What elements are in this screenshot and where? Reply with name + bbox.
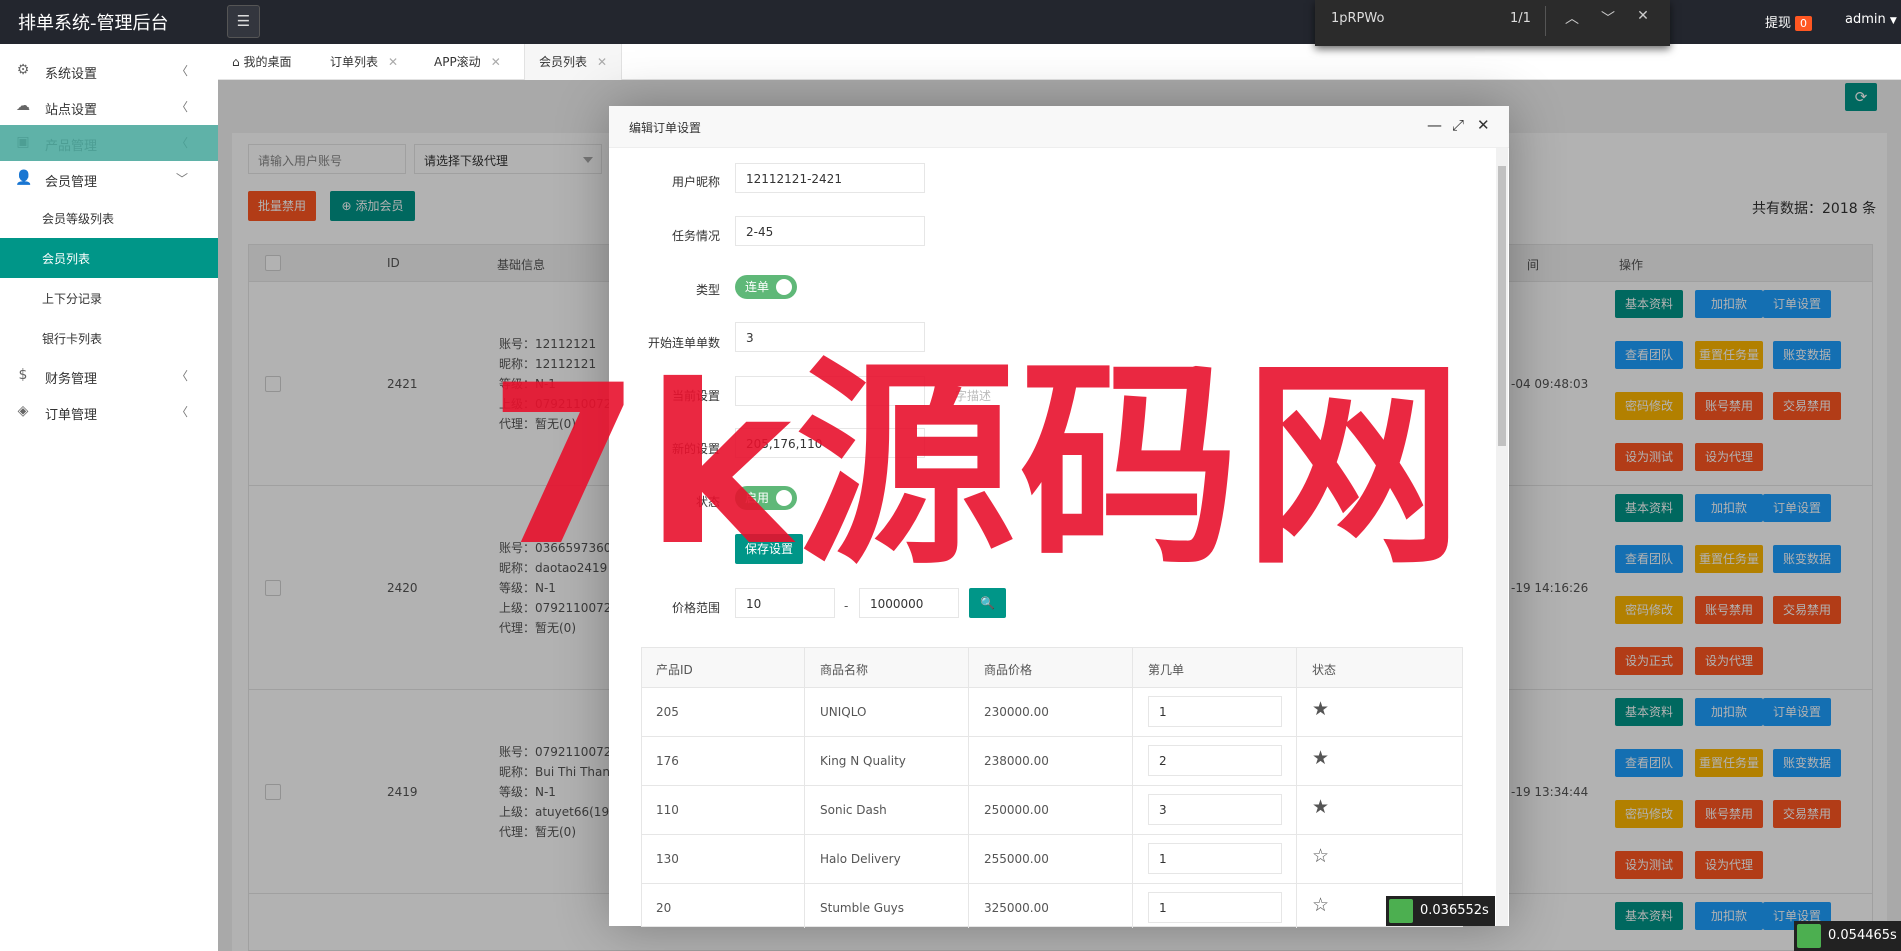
find-bar: 1pRPWo 1/1 ︿ ﹀ ✕ [1315, 0, 1670, 46]
sidebar-item-system[interactable]: ⚙ 系统设置 〈 [0, 53, 218, 89]
sidebar-item-site[interactable]: ☁ 站点设置 〈 [0, 89, 218, 125]
dollar-icon: $ [18, 367, 28, 383]
sidebar-item-orders[interactable]: ◈ 订单管理 〈 [0, 394, 218, 430]
modal-header: 编辑订单设置 — ⤢ ✕ [609, 106, 1509, 148]
task-label: 任务情况 [671, 229, 720, 243]
hamburger-icon: ☰ [236, 12, 251, 30]
product-row: 205 UNIQLO 230000.00 1 ★ [642, 688, 1462, 737]
sidebar-item-members[interactable]: 👤 会员管理 ﹀ [0, 161, 218, 197]
close-icon[interactable]: ✕ [388, 55, 398, 69]
close-icon[interactable]: ✕ [597, 55, 607, 69]
modal-title: 编辑订单设置 [629, 121, 702, 135]
find-input[interactable]: 1pRPWo [1331, 11, 1384, 26]
chevron-left-icon: 〈 [176, 405, 189, 419]
gear-icon: ⚙ [16, 62, 30, 78]
order-number-input[interactable]: 3 [1148, 794, 1282, 825]
home-icon: ⌂ [232, 55, 240, 69]
chevron-left-icon: 〈 [176, 100, 189, 114]
timer-icon [1389, 899, 1413, 923]
timer-icon [1797, 924, 1821, 948]
chevron-left-icon: 〈 [176, 64, 189, 78]
app-title: 排单系统-管理后台 [18, 13, 169, 34]
tab-bar: ⌂ 我的桌面 订单列表 ✕ APP滚动 ✕ 会员列表 ✕ [218, 44, 1901, 81]
sidebar-subitem-member-levels[interactable]: 会员等级列表 [0, 198, 218, 238]
type-label: 类型 [695, 283, 720, 297]
order-number-input[interactable]: 1 [1148, 696, 1282, 727]
nickname-label: 用户昵称 [671, 175, 720, 189]
product-row: 130 Halo Delivery 255000.00 1 ☆ [642, 835, 1462, 884]
order-number-input[interactable]: 1 [1148, 843, 1282, 874]
debug-timer: 0.054465s [1794, 921, 1901, 951]
product-row: 110 Sonic Dash 250000.00 3 ★ [642, 786, 1462, 835]
cloud-icon: ☁ [16, 98, 30, 114]
chevron-left-icon: 〈 [176, 369, 189, 383]
price-range-label: 价格范围 [671, 601, 720, 615]
star-filled-icon[interactable]: ★ [1312, 747, 1329, 769]
sidebar-subitem-member-list[interactable]: 会员列表 [0, 238, 218, 278]
tab-desktop[interactable]: ⌂ 我的桌面 [232, 44, 291, 80]
user-icon: 👤 [15, 170, 33, 186]
watermark-text: 7k源码网 [488, 338, 1468, 594]
find-count: 1/1 [1510, 11, 1531, 26]
chevron-left-icon: 〈 [176, 136, 189, 150]
price-separator: - [844, 599, 849, 613]
maximize-icon[interactable]: ⤢ [1452, 116, 1464, 134]
caret-down-icon: ▼ [1889, 16, 1897, 26]
chevron-down-icon: ﹀ [176, 172, 189, 186]
star-outline-icon[interactable]: ☆ [1312, 894, 1329, 916]
search-icon: 🔍 [980, 596, 995, 610]
product-row: 20 Stumble Guys 325000.00 1 ☆ [642, 884, 1462, 928]
sidebar-item-products[interactable]: ▣ 产品管理 〈 [0, 125, 218, 161]
modal-scrollbar[interactable] [1496, 148, 1508, 926]
order-number-input[interactable]: 2 [1148, 745, 1282, 776]
tab-order-list[interactable]: 订单列表 ✕ [330, 44, 398, 80]
withdraw-link[interactable]: 提现 0 [1765, 12, 1813, 31]
task-input[interactable]: 2-45 [735, 216, 925, 246]
box-icon: ▣ [16, 134, 30, 150]
close-icon[interactable]: ✕ [491, 55, 501, 69]
product-row: 176 King N Quality 238000.00 2 ★ [642, 737, 1462, 786]
find-next-icon[interactable]: ﹀ [1598, 8, 1618, 28]
star-outline-icon[interactable]: ☆ [1312, 845, 1329, 867]
close-icon[interactable]: ✕ [1477, 116, 1490, 134]
sidebar-subitem-score-records[interactable]: 上下分记录 [0, 278, 218, 318]
debug-timer: 0.036552s [1386, 896, 1495, 926]
cube-icon: ◈ [17, 403, 29, 419]
tab-app-scroll[interactable]: APP滚动 ✕ [434, 44, 501, 80]
withdraw-badge: 0 [1795, 16, 1813, 31]
user-menu[interactable]: admin ▼ [1845, 12, 1897, 27]
sidebar-subitem-bank-cards[interactable]: 银行卡列表 [0, 318, 218, 358]
star-filled-icon[interactable]: ★ [1312, 796, 1329, 818]
nickname-input[interactable]: 12112121-2421 [735, 163, 925, 193]
find-close-icon[interactable]: ✕ [1633, 8, 1653, 24]
tab-member-list[interactable]: 会员列表 ✕ [524, 44, 623, 81]
minimize-icon[interactable]: — [1427, 116, 1442, 134]
star-filled-icon[interactable]: ★ [1312, 698, 1329, 720]
scrollbar-thumb[interactable] [1498, 166, 1506, 446]
sidebar-item-finance[interactable]: $ 财务管理 〈 [0, 358, 218, 394]
product-table: 产品ID 商品名称 商品价格 第几单 状态 205 UNIQLO 230000.… [641, 647, 1463, 928]
product-table-header: 产品ID 商品名称 商品价格 第几单 状态 [642, 648, 1462, 688]
sidebar: ⚙ 系统设置 〈 ☁ 站点设置 〈 ▣ 产品管理 〈 👤 会员管理 ﹀ 会员等级… [0, 44, 218, 951]
find-previous-icon[interactable]: ︿ [1562, 8, 1582, 28]
menu-toggle-button[interactable]: ☰ [227, 5, 260, 38]
type-switch[interactable]: 连单 [735, 275, 797, 299]
order-number-input[interactable]: 1 [1148, 892, 1282, 923]
